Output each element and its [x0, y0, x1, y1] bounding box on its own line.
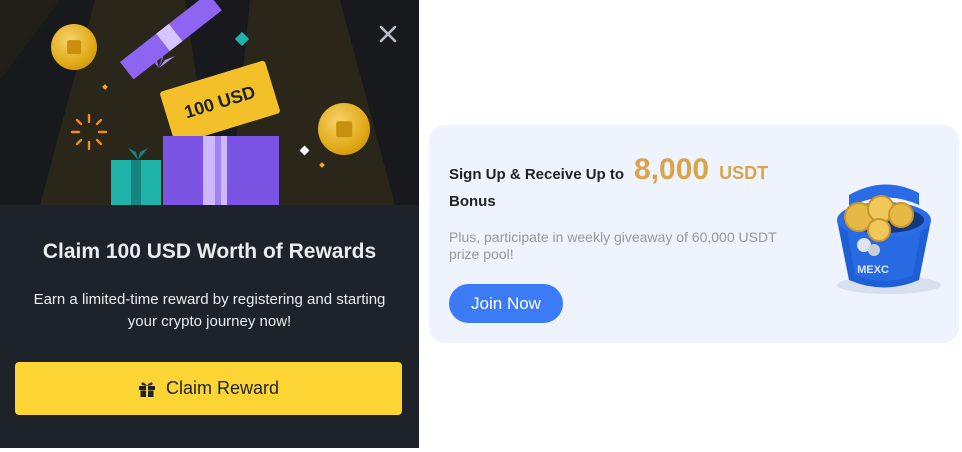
coin-icon [51, 24, 97, 70]
coin-bucket-illustration: MEXC [837, 184, 941, 294]
bucket-label: MEXC [857, 264, 889, 276]
modal-title: Claim 100 USD Worth of Rewards [42, 240, 377, 263]
gift-icon [138, 382, 155, 397]
firework-icon [70, 113, 108, 151]
gift-bow-icon [141, 44, 175, 68]
promo-amount: 8,000 [634, 153, 710, 186]
voucher-text: 100 USD [181, 81, 258, 123]
coin-icon [318, 103, 370, 155]
claim-reward-button[interactable]: Claim Reward [15, 362, 402, 415]
promo-bonus-label: Bonus [449, 193, 496, 210]
modal-description: Earn a limited-time reward by registerin… [33, 291, 386, 330]
claim-reward-label: Claim Reward [165, 378, 280, 398]
close-icon[interactable] [376, 22, 400, 46]
promo-subtext: Plus, participate in weekly giveaway of … [449, 229, 777, 262]
small-gift-box [111, 160, 161, 205]
signup-promo-card: Sign Up & Receive Up to 8,000 USDT Bonus… [429, 125, 959, 343]
gift-box [163, 136, 279, 205]
promo-unit: USDT [719, 163, 769, 183]
join-now-button[interactable]: Join Now [449, 284, 563, 323]
gift-bow-icon [128, 148, 148, 160]
reward-modal: 100 USD Claim 100 USD Worth of Rewards E… [0, 0, 419, 448]
reward-illustration: 100 USD [0, 0, 419, 205]
promo-headline: Sign Up & Receive Up to 8,000 USDT [449, 153, 768, 187]
promo-headline-text: Sign Up & Receive Up to [449, 166, 625, 183]
